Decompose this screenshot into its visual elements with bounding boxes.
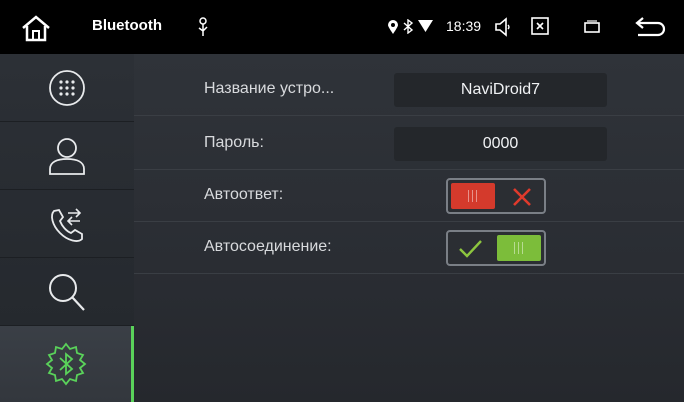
clock: 18:39 bbox=[446, 18, 482, 34]
device-name-label: Название устро... bbox=[204, 80, 335, 97]
auto-answer-toggle[interactable] bbox=[446, 178, 546, 214]
screenshot-icon[interactable] bbox=[530, 16, 550, 36]
auto-connect-label: Автосоединение: bbox=[204, 238, 332, 255]
app-title: Bluetooth bbox=[92, 17, 162, 34]
recent-apps-icon[interactable] bbox=[583, 20, 601, 34]
status-bar: Bluetooth 18:39 bbox=[0, 0, 684, 54]
sidebar-item-bluetooth-settings[interactable] bbox=[0, 326, 134, 402]
sidebar-item-contacts[interactable] bbox=[0, 122, 134, 190]
volume-icon[interactable] bbox=[494, 17, 512, 37]
auto-connect-row: Автосоединение: bbox=[134, 222, 684, 274]
toggle-knob bbox=[451, 183, 495, 209]
sidebar-item-call-log[interactable] bbox=[0, 190, 134, 258]
auto-answer-label: Автоответ: bbox=[204, 186, 284, 203]
person-icon bbox=[49, 137, 85, 175]
search-icon bbox=[49, 273, 85, 311]
close-icon bbox=[513, 188, 531, 206]
auto-answer-row: Автоответ: bbox=[134, 170, 684, 222]
bluetooth-gear-icon bbox=[45, 342, 86, 386]
device-name-field[interactable]: NaviDroid7 bbox=[394, 73, 607, 107]
sidebar bbox=[0, 54, 134, 402]
password-row: Пароль: 0000 bbox=[134, 118, 684, 170]
sidebar-item-dialpad[interactable] bbox=[0, 54, 134, 122]
password-field[interactable]: 0000 bbox=[394, 127, 607, 161]
settings-panel: Название устро... NaviDroid7 Пароль: 000… bbox=[134, 54, 684, 402]
device-name-row: Название устро... NaviDroid7 bbox=[134, 64, 684, 116]
wifi-icon bbox=[418, 20, 433, 32]
home-icon[interactable] bbox=[20, 14, 52, 42]
dialpad-icon bbox=[49, 69, 85, 106]
back-icon[interactable] bbox=[634, 17, 666, 39]
location-icon bbox=[388, 20, 398, 34]
usb-icon bbox=[198, 17, 208, 36]
password-label: Пароль: bbox=[204, 134, 264, 151]
auto-connect-toggle[interactable] bbox=[446, 230, 546, 266]
checkmark-icon bbox=[459, 240, 482, 258]
sidebar-item-search[interactable] bbox=[0, 258, 134, 326]
bluetooth-icon bbox=[403, 19, 414, 34]
toggle-knob bbox=[497, 235, 541, 261]
call-transfer-icon bbox=[51, 207, 83, 242]
